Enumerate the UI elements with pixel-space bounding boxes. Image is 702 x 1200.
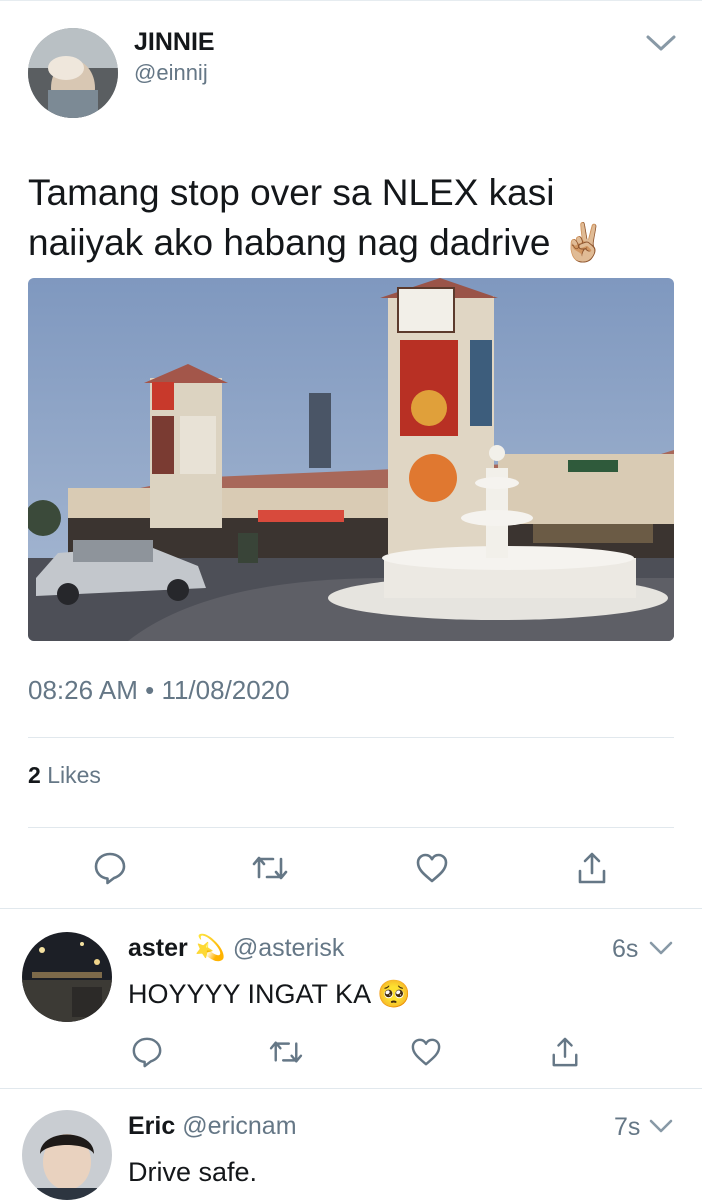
likes-count[interactable]: 2 Likes — [28, 762, 101, 789]
author-handle[interactable]: @einnij — [134, 60, 208, 86]
tweet-time: 08:26 AM — [28, 675, 138, 705]
divider-between-replies — [0, 1088, 702, 1089]
reply-avatar-aster[interactable] — [22, 932, 112, 1022]
reply-avatar-eric[interactable] — [22, 1110, 112, 1200]
retweet-icon[interactable] — [248, 848, 292, 888]
author-name[interactable]: JINNIE — [134, 28, 215, 57]
tweet-timestamp: 08:26 AM • 11/08/2020 — [28, 675, 290, 706]
likes-number: 2 — [28, 762, 41, 788]
likes-label: Likes — [47, 762, 101, 788]
tweet-text-line-2-text: naiiyak ako habang nag dadrive — [28, 222, 551, 263]
divider-after-timestamp — [28, 737, 674, 738]
divider-after-likes — [28, 827, 674, 828]
reply-retweet-icon[interactable] — [266, 1034, 306, 1070]
share-icon[interactable] — [570, 848, 614, 888]
divider-before-replies — [0, 908, 702, 909]
tweet-text-line-1: Tamang stop over sa NLEX kasi — [28, 172, 555, 213]
reply-time: 6s — [612, 935, 639, 963]
reply-options-chevron-icon-eric[interactable] — [648, 1118, 674, 1139]
reply-options-chevron-icon[interactable] — [648, 940, 674, 961]
dizzy-emoji: 💫 — [194, 934, 226, 962]
tweet-text: Tamang stop over sa NLEX kasi naiiyak ak… — [28, 168, 607, 268]
reply-header-eric: Eric @ericnam — [128, 1112, 297, 1141]
reply-text: HOYYYY INGAT KA 🥺 — [128, 978, 411, 1010]
tweet-text-line-2: naiiyak ako habang nag dadrive ✌🏼 — [28, 218, 607, 268]
reply-like-icon[interactable] — [406, 1034, 446, 1070]
tweet-photo[interactable] — [28, 278, 674, 641]
reply-reply-icon[interactable] — [127, 1034, 167, 1070]
reply-icon[interactable] — [88, 848, 132, 888]
reply-author-name[interactable]: aster — [128, 934, 188, 962]
pleading-face-emoji: 🥺 — [377, 979, 411, 1009]
tweet-options-chevron-icon[interactable] — [645, 33, 677, 58]
reply-author-handle[interactable]: @asterisk — [233, 934, 345, 962]
author-avatar[interactable] — [28, 28, 118, 118]
timestamp-separator: • — [145, 675, 155, 705]
like-icon[interactable] — [410, 848, 454, 888]
tweet-date: 11/08/2020 — [161, 675, 290, 705]
victory-hand-emoji: ✌🏼 — [560, 222, 607, 263]
reply-author-handle-eric[interactable]: @ericnam — [182, 1112, 296, 1140]
reply-text-eric: Drive safe. — [128, 1157, 258, 1187]
reply-time-eric: 7s — [614, 1113, 641, 1141]
top-border — [0, 0, 702, 1]
reply-text-content: HOYYYY INGAT KA — [128, 979, 370, 1009]
reply-author-name-eric[interactable]: Eric — [128, 1112, 175, 1140]
reply-share-icon[interactable] — [545, 1034, 585, 1070]
reply-header-aster: aster 💫 @asterisk — [128, 934, 344, 963]
